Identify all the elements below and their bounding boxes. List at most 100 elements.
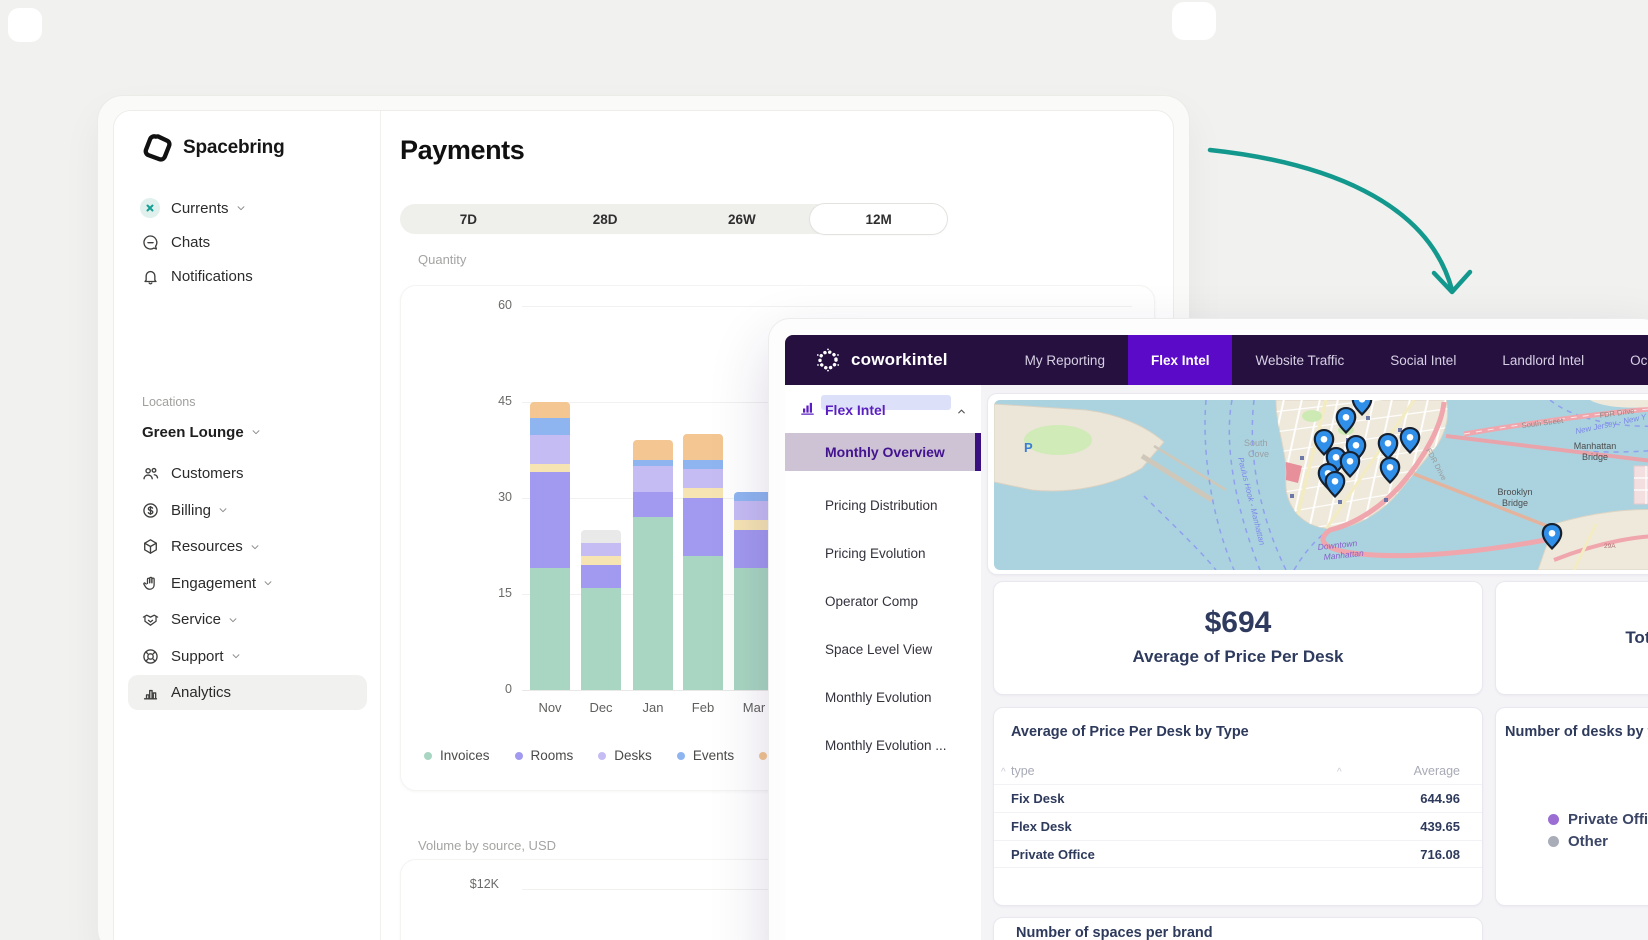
sidebar-item-label: Billing [171,502,211,519]
chat-icon [140,232,160,252]
table-header[interactable]: ^ type ^ Average [994,764,1482,784]
sidebar-item-currents[interactable]: Currents [128,191,367,225]
background-card-fragment [1172,2,1216,40]
table-row-flex-desk[interactable]: Flex Desk439.65 [994,812,1482,840]
sidebar-item-chats[interactable]: Chats [128,225,367,259]
bar-segment-invoices-dec [581,588,621,690]
table-card-price-by-type: Average of Price Per Desk by Type ^ type… [993,707,1483,906]
spacebring-brand: Spacebring [183,137,284,159]
nav-tab-occupancy[interactable]: Occupancy & [1607,335,1648,385]
svg-text:Bridge: Bridge [1502,498,1528,508]
sidebar-item-operator-comp[interactable]: Operator Comp [785,587,981,617]
sidebar-item-label: Resources [171,538,243,555]
y-axis-tick: 30 [472,490,512,504]
legend-dot [598,752,606,760]
range-28d[interactable]: 28D [537,204,674,234]
bar-segment-rooms-nov [530,472,570,568]
range-7d[interactable]: 7D [400,204,537,234]
sidebar-item-pricing-evolution[interactable]: Pricing Evolution [785,539,981,569]
card-title: Number of desks by type [1505,724,1648,740]
location-label: Green Lounge [142,424,244,441]
kpi-card-total: Total [1495,581,1648,695]
nav-tab-social-intel[interactable]: Social Intel [1367,335,1479,385]
nav-tab-website-traffic[interactable]: Website Traffic [1232,335,1367,385]
sort-caret-icon: ^ [1337,767,1342,778]
sidebar-item-space-level-view[interactable]: Space Level View [785,635,981,665]
sidebar-item-service[interactable]: Service [128,602,367,637]
nav-tab-my-reporting[interactable]: My Reporting [1002,335,1128,385]
sidebar-item-customers[interactable]: Customers [128,456,367,491]
sidebar-item-monthly-evolution[interactable]: Monthly Evolution [785,683,981,713]
bar-segment-events-nov [530,418,570,435]
range-12m[interactable]: 12M [810,204,947,234]
sidebar-item-monthly-evolution[interactable]: Monthly Evolution ... [785,731,981,761]
volume-axis-tick: $12K [439,877,499,891]
card-title: Number of spaces per brand [1016,925,1213,940]
legend-dot [1548,836,1559,847]
lifebuoy-icon [140,646,160,666]
bar-segment-unlabeled-yellow-dec [581,556,621,566]
sidebar-item-pricing-distribution[interactable]: Pricing Distribution [785,491,981,521]
sidebar-item-support[interactable]: Support [128,639,367,674]
sidebar-item-analytics[interactable]: Analytics [128,675,367,710]
y-axis-tick: 45 [472,394,512,408]
range-26w[interactable]: 26W [674,204,811,234]
sidebar-item-label: Notifications [171,268,253,285]
svg-text:Bridge: Bridge [1582,452,1608,462]
card-spaces-per-brand: Number of spaces per brand [993,917,1483,940]
y-axis-tick: 15 [472,586,512,600]
bar-segment-desks-jan [633,466,673,492]
sidebar-item-billing[interactable]: Billing [128,493,367,528]
legend-item-events: Events [677,748,734,763]
y-axis-tick: 60 [472,298,512,312]
chevron-down-icon [231,651,241,661]
legend-dot [515,752,523,760]
sidebar-item-green-lounge[interactable]: Green Lounge [128,415,367,449]
table-row-private-office[interactable]: Private Office716.08 [994,840,1482,868]
background-card-fragment [8,8,42,42]
chevron-down-icon [263,578,273,588]
chart-legend: InvoicesRoomsDesksEvents [424,748,767,763]
bar-segment-desks-nov [530,435,570,464]
kpi-label: Total [1625,628,1648,648]
sidebar-item-label: Customers [171,465,244,482]
sidebar-nav-main: Customers Billing Resources EngagementServi… [128,456,367,712]
svg-text:Cove: Cove [1248,449,1269,459]
coworkintel-logo-row[interactable]: coworkintel [815,335,948,385]
kpi-card-price-per-desk: $694 Average of Price Per Desk [993,581,1483,695]
billing-icon [140,500,160,520]
coworkintel-logo-icon [815,347,841,373]
sidebar-item-notifications[interactable]: Notifications [128,259,367,293]
locations-section-label: Locations [128,379,367,415]
coworkintel-sidebar: Flex Intel Monthly Overview Pricing Distr… [785,385,981,940]
sidebar-item-engagement[interactable]: Engagement [128,566,367,601]
sidebar-item-label: Support [171,648,224,665]
pie-legend-item-private-office[interactable]: Private Office [1548,808,1648,830]
currents-icon [140,198,160,218]
sidebar-item-monthly-overview[interactable]: Monthly Overview [785,433,981,471]
pie-legend-item-other[interactable]: Other [1548,830,1648,852]
column-header-average[interactable]: Average [1414,764,1460,778]
sidebar-section-flex-intel[interactable]: Flex Intel [785,397,981,427]
sidebar-item-resources[interactable]: Resources [128,529,367,564]
bar-segment-rooms-jan [633,492,673,518]
hand-icon [140,573,160,593]
sort-caret-icon: ^ [1001,767,1006,778]
spacebring-sidebar: Spacebring CurrentsChats Notifications Lo… [114,111,381,940]
spacebring-logo-row[interactable]: Spacebring [142,133,284,163]
map[interactable]: P [994,400,1648,570]
sidebar-item-label: Analytics [171,684,231,701]
bar-chart-icon [800,401,815,421]
column-header-type[interactable]: type [1011,764,1035,778]
bar-segment-unlabeled-orange-nov [530,402,570,418]
card-desks-by-type: Number of desks by type Private OfficeOt… [1495,707,1648,906]
spacebring-logo-icon [142,133,172,163]
table-row-fix-desk[interactable]: Fix Desk644.96 [994,784,1482,812]
bar-segment-rooms-feb [683,498,723,556]
nav-tab-flex-intel[interactable]: Flex Intel [1128,335,1233,385]
map-label-29a: 29A [1604,543,1616,550]
nav-tab-landlord-intel[interactable]: Landlord Intel [1479,335,1607,385]
legend-item-rooms: Rooms [515,748,574,763]
quantity-chart-label: Quantity [418,252,466,267]
map-label-manhattan-bridge: Manhattan [1574,441,1617,451]
